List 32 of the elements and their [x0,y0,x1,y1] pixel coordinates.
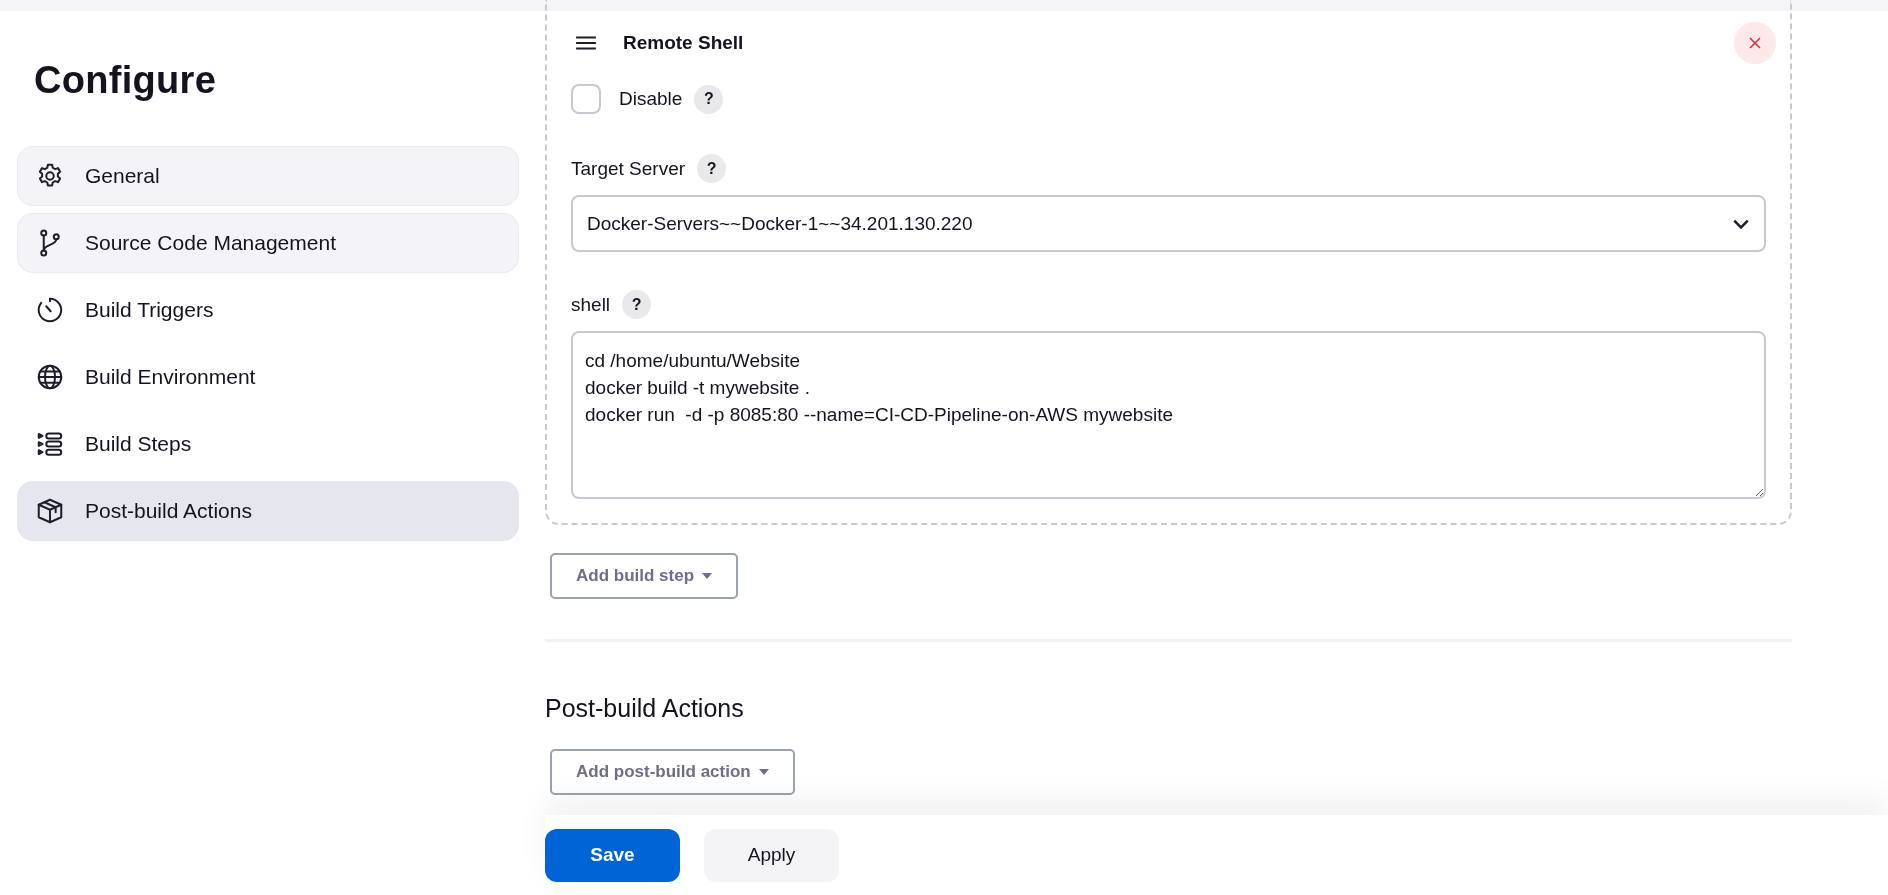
caret-icon [702,573,713,579]
add-post-build-action-button[interactable]: Add post-build action [550,749,795,795]
timer-icon [35,295,65,325]
disable-label: Disable [619,88,683,110]
disable-checkbox[interactable] [571,84,601,114]
sidebar-item[interactable]: Source Code Management [17,213,519,273]
sidebar-item[interactable]: General [17,146,519,206]
section-heading: Post-build Actions [545,694,745,723]
menu-icon[interactable] [575,35,597,51]
sidebar-item[interactable]: Build Steps [17,414,519,474]
help-button[interactable]: ? [697,154,727,183]
help-button[interactable]: ? [622,290,652,319]
step-title: Remote Shell [623,32,744,54]
add-build-step-button[interactable]: Add build step [550,553,739,599]
chevron-down-icon [1732,217,1750,230]
sidebar-item[interactable]: Post-build Actions [17,481,519,541]
package-icon [35,496,65,526]
close-icon [1749,37,1761,49]
apply-button[interactable]: Apply [704,828,839,882]
target-server-label: Target Server [571,157,686,180]
page-title: Configure [34,59,218,102]
help-button[interactable]: ? [694,84,724,114]
sidebar-item[interactable]: Build Triggers [17,280,519,340]
list-icon [35,429,65,459]
globe-icon [35,362,65,392]
target-server-dropdown[interactable]: Docker-Servers~~Docker-1~~34.201.130.220 [571,195,1766,252]
sidebar-item[interactable]: Build Environment [17,347,519,407]
shell-field[interactable]: cd /home/ubuntu/Website docker build -t mywebsite . docker run -d -p 8085:80 --name=CI-CD-Pipeline-on-AWS mywebsite [571,331,1766,499]
save-button[interactable]: Save [545,828,680,882]
close-button[interactable] [1734,22,1776,64]
caret-icon [758,769,769,775]
shell-label: shell [571,293,611,316]
